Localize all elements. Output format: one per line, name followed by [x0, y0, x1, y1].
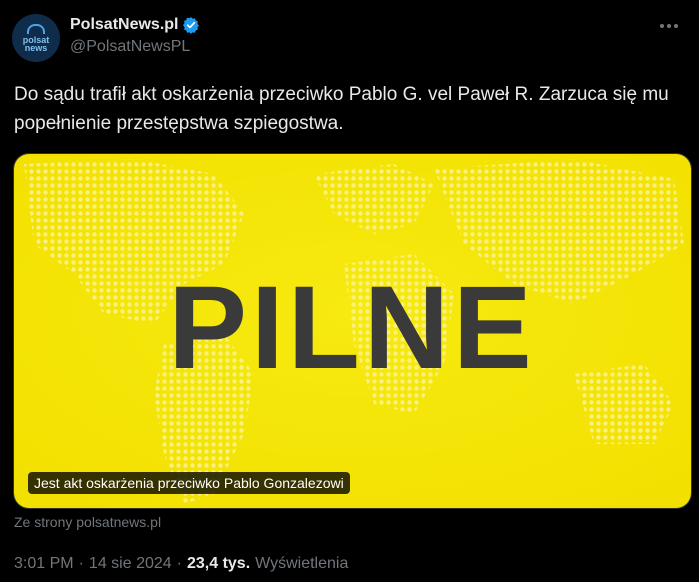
verified-badge-icon [183, 17, 200, 34]
more-dots-icon[interactable] [653, 12, 685, 40]
tweet-date[interactable]: 14 sie 2024 [89, 555, 172, 573]
pilne-image: PILNE [14, 154, 691, 508]
meta-separator: · [176, 555, 182, 572]
views-count: 23,4 tys. [186, 555, 251, 572]
dot [660, 24, 664, 28]
tweet-media-card[interactable]: PILNE Jest akt oskarżenia przeciwko Pabl… [13, 153, 692, 509]
media-headline: PILNE [168, 262, 536, 394]
tweet-time[interactable]: 3:01 PM [14, 555, 74, 573]
media-caption: Jest akt oskarżenia przeciwko Pablo Gonz… [28, 472, 350, 494]
author-name-row: PolsatNews.pl [70, 14, 200, 36]
dot [674, 24, 678, 28]
avatar-logo-line2: news [24, 43, 48, 53]
avatar[interactable]: polsat news [12, 14, 60, 62]
views-label: Wyświetlenia [255, 555, 349, 572]
author-display-name[interactable]: PolsatNews.pl [70, 16, 178, 34]
dot [667, 24, 671, 28]
author-handle[interactable]: @PolsatNewsPL [70, 38, 190, 56]
polsat-logo-icon [27, 24, 45, 34]
tweet-text: Do sądu trafił akt oskarżenia przeciwko … [14, 84, 669, 134]
meta-separator: · [78, 555, 84, 572]
tweet-meta: 3:01 PM · 14 sie 2024 · 23,4 tys. Wyświe… [14, 555, 348, 573]
link-source[interactable]: Ze strony polsatnews.pl [14, 514, 161, 530]
